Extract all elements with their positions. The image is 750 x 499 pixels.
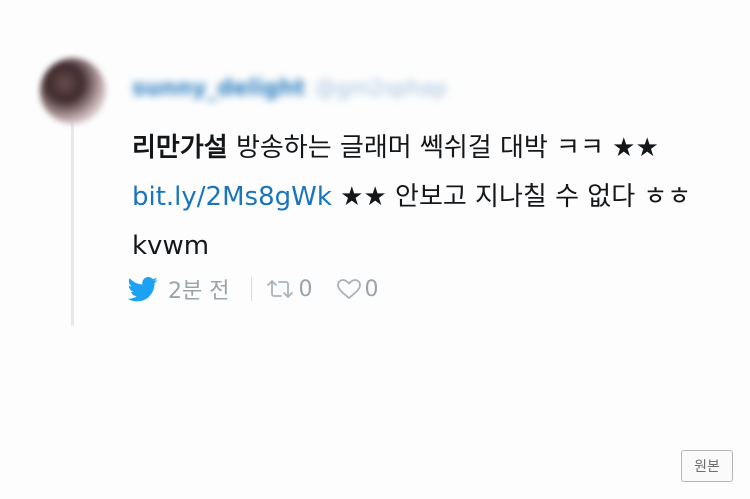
action-divider [251,277,253,301]
user-line: sunny_delight @gm2sphap [132,76,447,101]
original-button[interactable]: 원본 [681,450,733,482]
like-button[interactable]: 0 [336,277,378,302]
tweet-card: sunny_delight @gm2sphap 리만가설 방송하는 글래머 쎅쉬… [0,0,750,499]
tweet-actions: 2분 전 0 0 [128,272,378,306]
heart-icon [336,278,362,300]
tweet-text: 리만가설 방송하는 글래머 쎅쉬걸 대박 ㅋㅋ ★★ bit.ly/2Ms8gW… [132,124,692,271]
like-count: 0 [364,276,379,302]
tweet-text-bold: 리만가설 [132,133,228,163]
tweet-text-part1: 방송하는 글래머 쎅쉬걸 대박 ㅋㅋ ★★ [227,133,659,163]
twitter-bird-icon[interactable] [128,276,158,302]
tweet-link[interactable]: bit.ly/2Ms8gWk [132,182,332,212]
avatar[interactable] [40,58,106,124]
thread-line [71,118,74,326]
display-name[interactable]: sunny_delight [132,76,305,101]
retweet-button[interactable]: 0 [266,277,312,302]
tweet-time[interactable]: 2분 전 [168,273,229,305]
retweet-icon [266,278,296,300]
retweet-count: 0 [298,276,313,302]
user-handle[interactable]: @gm2sphap [315,76,447,100]
